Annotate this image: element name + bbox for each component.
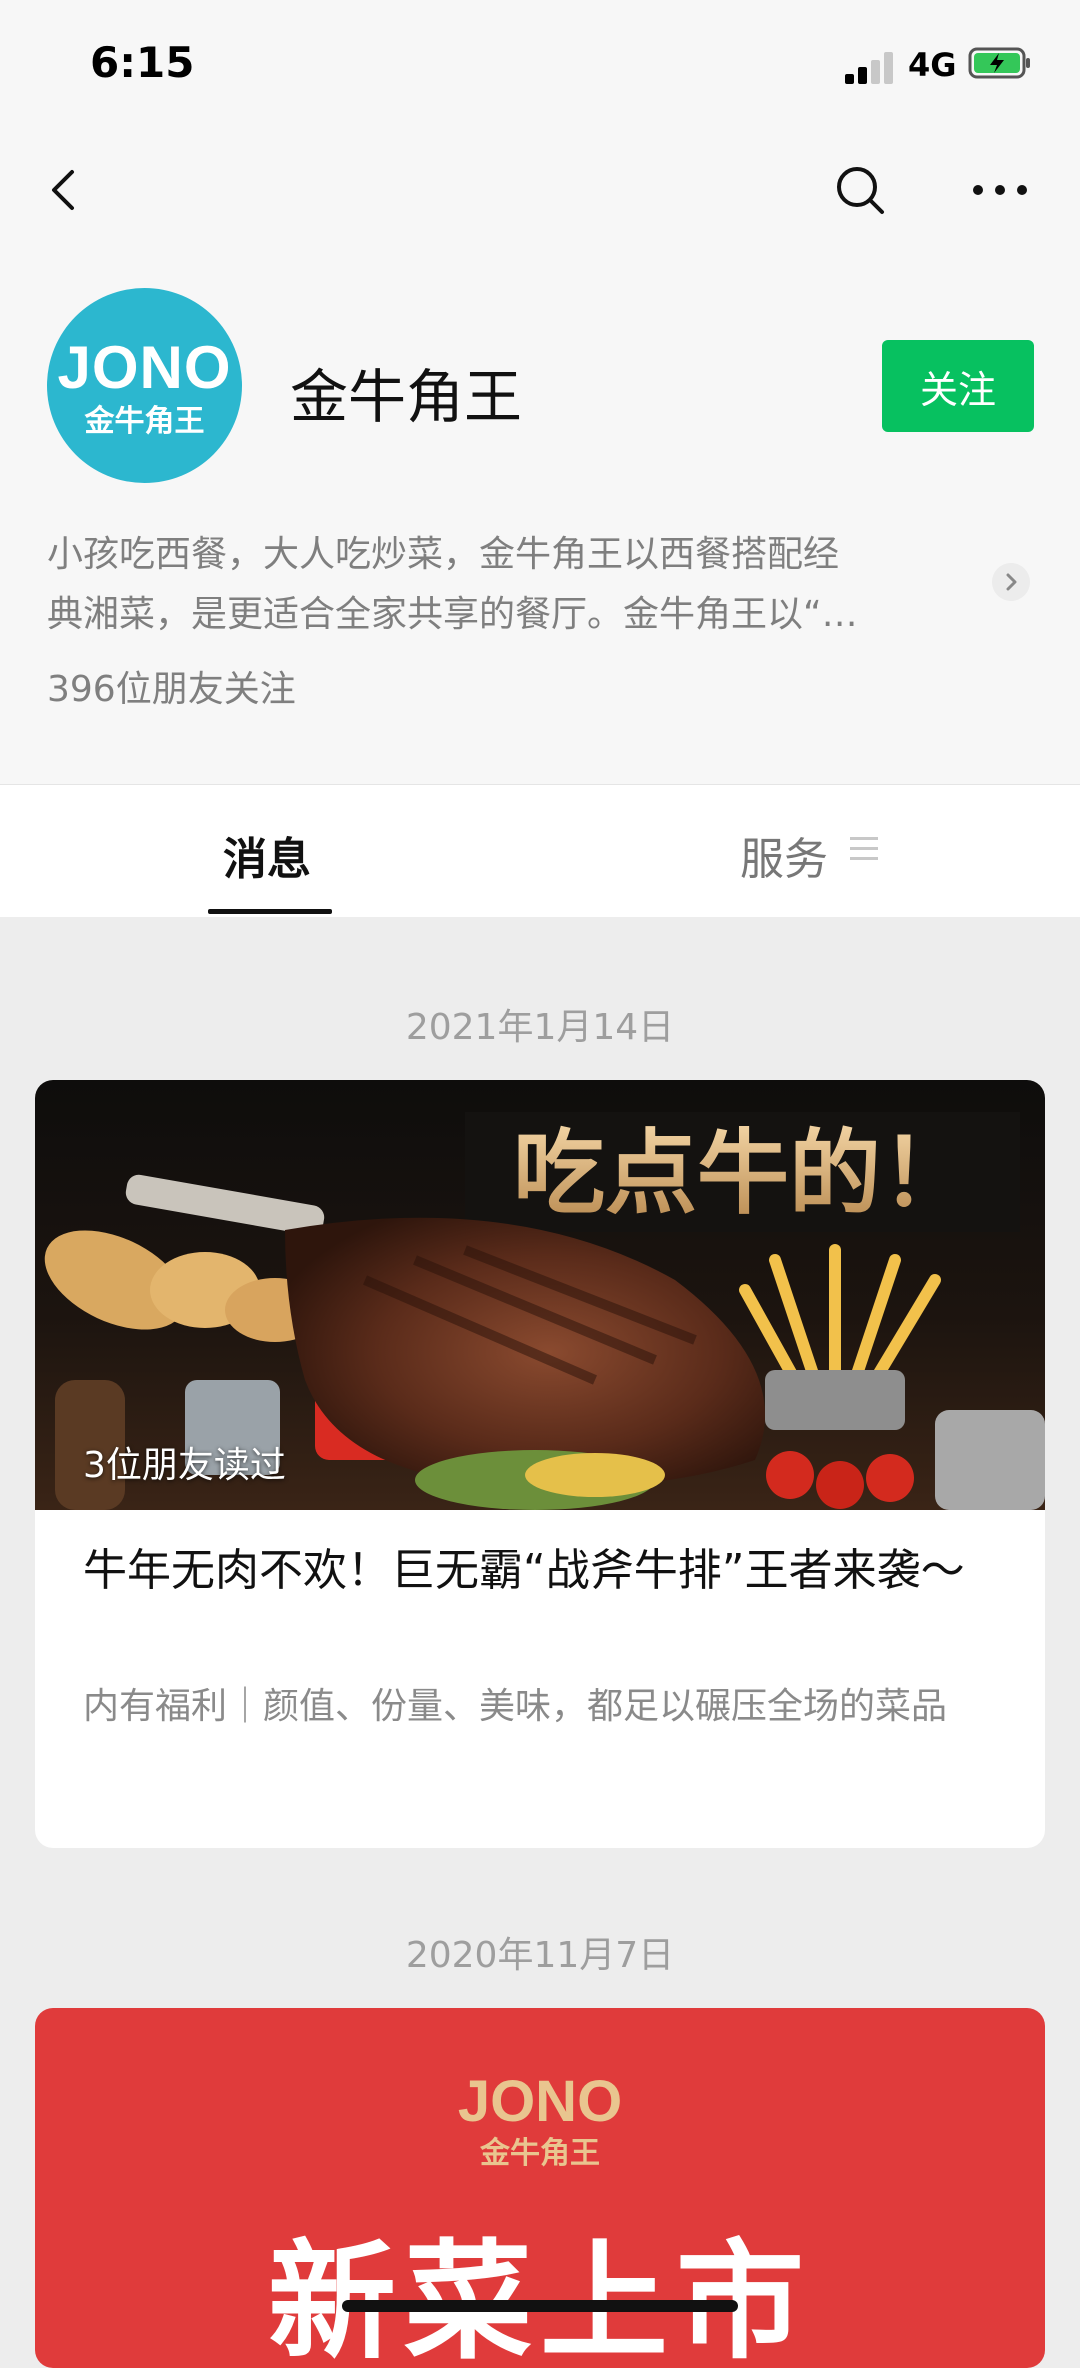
battery-charging-icon <box>968 47 1030 79</box>
article-card[interactable]: JONO 金牛角王 新菜上市 <box>35 2008 1045 2368</box>
home-indicator[interactable] <box>342 2300 738 2312</box>
account-name: 金牛角王 <box>290 363 523 431</box>
read-count: 3位朋友读过 <box>83 1445 286 1486</box>
promo-logo-subtext: 金牛角王 <box>480 2136 600 2171</box>
status-time: 6:15 <box>90 38 195 87</box>
tab-bar: 消息 服务 <box>0 784 1080 917</box>
article-digest: 内有福利｜颜值、份量、美味，都足以碾压全场的菜品 <box>83 1686 948 1727</box>
description-line: 小孩吃西餐，大人吃炒菜，金牛角王以西餐搭配经 <box>47 534 840 575</box>
avatar-logo-subtext: 金牛角王 <box>84 404 205 439</box>
message-date: 2021年1月14日 <box>405 1007 675 1048</box>
more-options-icon[interactable] <box>965 160 1035 220</box>
status-bar: 6:15 4G <box>0 0 1080 130</box>
navigation-bar <box>0 150 1080 230</box>
article-card[interactable]: 吃点牛的！ 3位朋友读过 牛年无肉不欢！巨无霸“战斧牛排”王者来袭～ 内有福利｜… <box>35 1080 1045 1848</box>
back-arrow-icon[interactable] <box>40 160 90 220</box>
menu-lines-icon <box>850 837 878 860</box>
promo-logo-text: JONO <box>457 2069 623 2134</box>
account-avatar[interactable]: JONO 金牛角王 <box>47 288 242 483</box>
search-icon[interactable] <box>830 160 890 220</box>
account-description[interactable]: 小孩吃西餐，大人吃炒菜，金牛角王以西餐搭配经 典湘菜，是更适合全家共享的餐厅。金… <box>47 525 977 645</box>
promo-headline: 新菜上市 <box>267 2227 812 2368</box>
message-date: 2020年11月7日 <box>405 1935 675 1976</box>
chevron-right-icon[interactable] <box>992 563 1030 601</box>
active-tab-indicator <box>208 909 332 914</box>
network-type: 4G <box>908 46 957 84</box>
avatar-logo-text: JONO <box>57 334 232 401</box>
tab-services[interactable]: 服务 <box>740 823 828 887</box>
cover-headline-text: 吃点牛的！ <box>513 1120 973 1227</box>
description-line: 典湘菜，是更适合全家共享的餐厅。金牛角王以“… <box>47 594 858 635</box>
article-title: 牛年无肉不欢！巨无霸“战斧牛排”王者来袭～ <box>83 1545 965 1596</box>
signal-icon <box>845 50 895 84</box>
tab-messages[interactable]: 消息 <box>223 823 311 887</box>
follow-button[interactable]: 关注 <box>882 340 1034 432</box>
followers-count: 396位朋友关注 <box>47 669 296 710</box>
